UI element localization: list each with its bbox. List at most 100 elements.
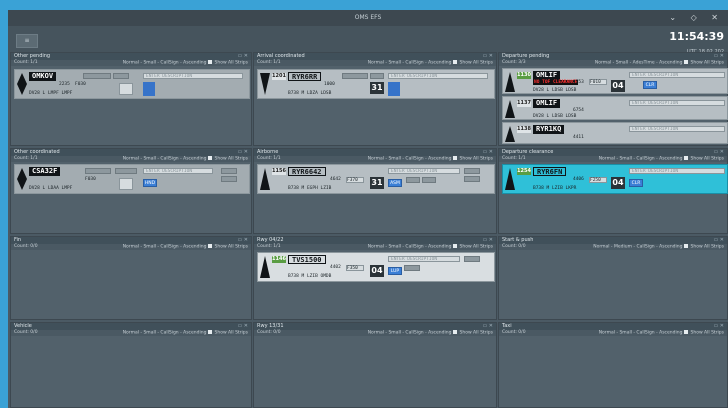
strip-callsign[interactable]: OMLIF: [533, 99, 561, 108]
panel-menu-icon[interactable]: ▭ ✕: [237, 149, 248, 156]
strip-route: DV28 L LMPF LMPF: [29, 91, 73, 96]
panel-sort[interactable]: Normal - Small - CallSign - Ascending: [123, 245, 207, 250]
strip-fl[interactable]: F250: [589, 177, 607, 183]
strip-callsign[interactable]: CSA32F: [29, 167, 61, 176]
runway-box[interactable]: 31: [370, 177, 384, 189]
menu-button[interactable]: ≡: [16, 34, 38, 48]
strip-field-button[interactable]: [85, 168, 111, 174]
flight-strip-ryr1kq[interactable]: 1138 RYR1KQ 4411 ENTER DESCRIPTION: [502, 122, 728, 144]
panel-menu-icon[interactable]: ▭ ✕: [482, 237, 493, 244]
panel-sort[interactable]: Normal - Small - CallSign - Ascending: [123, 157, 207, 162]
strip-action-button[interactable]: [221, 168, 237, 174]
panel-count: Count: 3/3: [502, 60, 526, 65]
panel-sort[interactable]: Normal - Small - CallSign - Ascending: [599, 157, 683, 162]
description-field[interactable]: ENTER DESCRIPTION: [143, 168, 213, 174]
panel-menu-icon[interactable]: ▭ ✕: [237, 323, 248, 330]
strip-callsign[interactable]: RYR1KQ: [533, 125, 565, 134]
lup-button[interactable]: LUP: [388, 267, 402, 275]
show-all-checkbox[interactable]: [684, 330, 689, 334]
runway-box[interactable]: 04: [611, 177, 625, 189]
panel-sort[interactable]: Normal - Small - AdesTime - Ascending: [595, 61, 683, 66]
flight-strip-omlif[interactable]: 1130 OMLIF NO TOF CLEARANCE 4753 DV28 L …: [502, 68, 728, 94]
show-all-checkbox[interactable]: [684, 156, 689, 160]
description-field[interactable]: ENTER DESCRIPTION: [629, 72, 725, 78]
strip-action-button[interactable]: [404, 265, 420, 271]
panel-menu-icon[interactable]: ▭ ✕: [713, 323, 724, 330]
flight-strip-omlif-2[interactable]: 1137 OMLIF 6754 DV28 L LDSB LDSB ENTER D…: [502, 96, 728, 120]
hnd-button[interactable]: HND: [143, 179, 157, 187]
strip-fl[interactable]: F350: [346, 265, 364, 271]
strip-callsign[interactable]: OMKOV: [29, 72, 57, 81]
strip-action-button[interactable]: [464, 168, 480, 174]
description-field[interactable]: ENTER DESCRIPTION: [629, 126, 725, 132]
show-all-checkbox[interactable]: [453, 60, 458, 64]
show-all-checkbox[interactable]: [453, 156, 458, 160]
description-field[interactable]: ENTER DESCRIPTION: [388, 73, 488, 79]
panel-sort[interactable]: Normal - Small - CallSign - Ascending: [368, 61, 452, 66]
strip-rwy-box[interactable]: [119, 83, 133, 95]
panel-menu-icon[interactable]: ▭ ✕: [713, 237, 724, 244]
panel-sort[interactable]: Normal - Medium - CallSign - Ascending: [593, 245, 682, 250]
show-all-checkbox[interactable]: [208, 156, 213, 160]
show-all-checkbox[interactable]: [208, 60, 213, 64]
strip-tag[interactable]: [388, 82, 400, 96]
strip-action-button[interactable]: [406, 177, 420, 183]
strip-callsign[interactable]: RYR6FN: [533, 167, 567, 176]
flight-strip-ryr6fn[interactable]: 1254 RYR6FN 4406 B738 M LZIB LKPR F250 0…: [502, 164, 728, 194]
strip-callsign[interactable]: TVS1500: [288, 255, 326, 264]
description-field[interactable]: ENTER DESCRIPTION: [388, 168, 460, 174]
show-all-checkbox[interactable]: [453, 330, 458, 334]
description-field[interactable]: ENTER DESCRIPTION: [388, 256, 460, 262]
show-all-checkbox[interactable]: [684, 244, 689, 248]
description-field[interactable]: ENTER DESCRIPTION: [143, 73, 243, 79]
strip-field-button[interactable]: [113, 73, 129, 79]
panel-sort[interactable]: Normal - Small - CallSign - Ascending: [368, 245, 452, 250]
show-all-checkbox[interactable]: [453, 244, 458, 248]
runway-box[interactable]: 04: [611, 80, 625, 92]
strip-action-button[interactable]: [221, 176, 237, 182]
panel-menu-icon[interactable]: ▭ ✕: [237, 53, 248, 60]
show-all-checkbox[interactable]: [208, 330, 213, 334]
flight-strip-ryr6rr[interactable]: 1201 RYR6RR 1000 B738 M LDZA LDSB 31 ENT…: [257, 69, 495, 99]
panel-title: Taxi: [502, 323, 512, 329]
panel-sort[interactable]: Normal - Small - CallSign - Ascending: [123, 61, 207, 66]
window-controls[interactable]: ⌄ ◇ ✕: [669, 10, 724, 26]
runway-box[interactable]: 31: [370, 82, 384, 94]
asm-button[interactable]: ASM: [388, 179, 402, 187]
strip-callsign[interactable]: RYR6RR: [288, 72, 322, 81]
description-field[interactable]: ENTER DESCRIPTION: [629, 100, 725, 106]
clr-button[interactable]: CLR: [629, 179, 643, 187]
panel-sort[interactable]: Normal - Small - CallSign - Ascending: [123, 331, 207, 336]
flight-strip-ryr6642[interactable]: 1156 RYR6642 4642 B738 M EGPH LZIB F370 …: [257, 164, 495, 194]
strip-fl[interactable]: F010: [589, 79, 607, 85]
strip-callsign[interactable]: OMLIF: [533, 71, 561, 80]
strip-rwy-box[interactable]: [119, 178, 133, 190]
clr-button[interactable]: CLR: [643, 81, 657, 89]
strip-action-button[interactable]: [464, 176, 480, 182]
strip-field-button[interactable]: [370, 73, 384, 79]
panel-sort[interactable]: Normal - Small - CallSign - Ascending: [599, 331, 683, 336]
panel-sort[interactable]: Normal - Small - CallSign - Ascending: [368, 331, 452, 336]
strip-field-button[interactable]: [83, 73, 111, 79]
strip-fl[interactable]: F370: [346, 177, 364, 183]
flight-strip-tvs1500[interactable]: 1146 TVS1500 4402 B738 M LZIB OMDB F350 …: [257, 252, 495, 282]
strip-field-button[interactable]: [342, 73, 368, 79]
panel-menu-icon[interactable]: ▭ ✕: [482, 323, 493, 330]
description-field[interactable]: ENTER DESCRIPTION: [629, 168, 725, 174]
flight-strip-omkov[interactable]: OMKOV 2235 F030 DV28 L LMPF LMPF ENTER D…: [14, 69, 250, 99]
panel-sort[interactable]: Normal - Small - CallSign - Ascending: [368, 157, 452, 162]
panel-menu-icon[interactable]: ▭ ✕: [482, 53, 493, 60]
show-all-checkbox[interactable]: [684, 60, 689, 64]
panel-menu-icon[interactable]: ▭ ✕: [713, 149, 724, 156]
strip-callsign[interactable]: RYR6642: [288, 167, 326, 176]
panel-menu-icon[interactable]: ▭ ✕: [482, 149, 493, 156]
flight-strip-csa32f[interactable]: CSA32F F030 DV28 L LDAA LMPF ENTER DESCR…: [14, 164, 250, 194]
strip-action-button[interactable]: [464, 256, 480, 262]
show-all-checkbox[interactable]: [208, 244, 213, 248]
strip-tag[interactable]: [143, 82, 155, 96]
strip-action-button[interactable]: [422, 177, 436, 183]
runway-box[interactable]: 04: [370, 265, 384, 277]
panel-menu-icon[interactable]: ▭ ✕: [237, 237, 248, 244]
panel-menu-icon[interactable]: ▭ ✕: [713, 53, 724, 60]
strip-field-button[interactable]: [115, 168, 137, 174]
